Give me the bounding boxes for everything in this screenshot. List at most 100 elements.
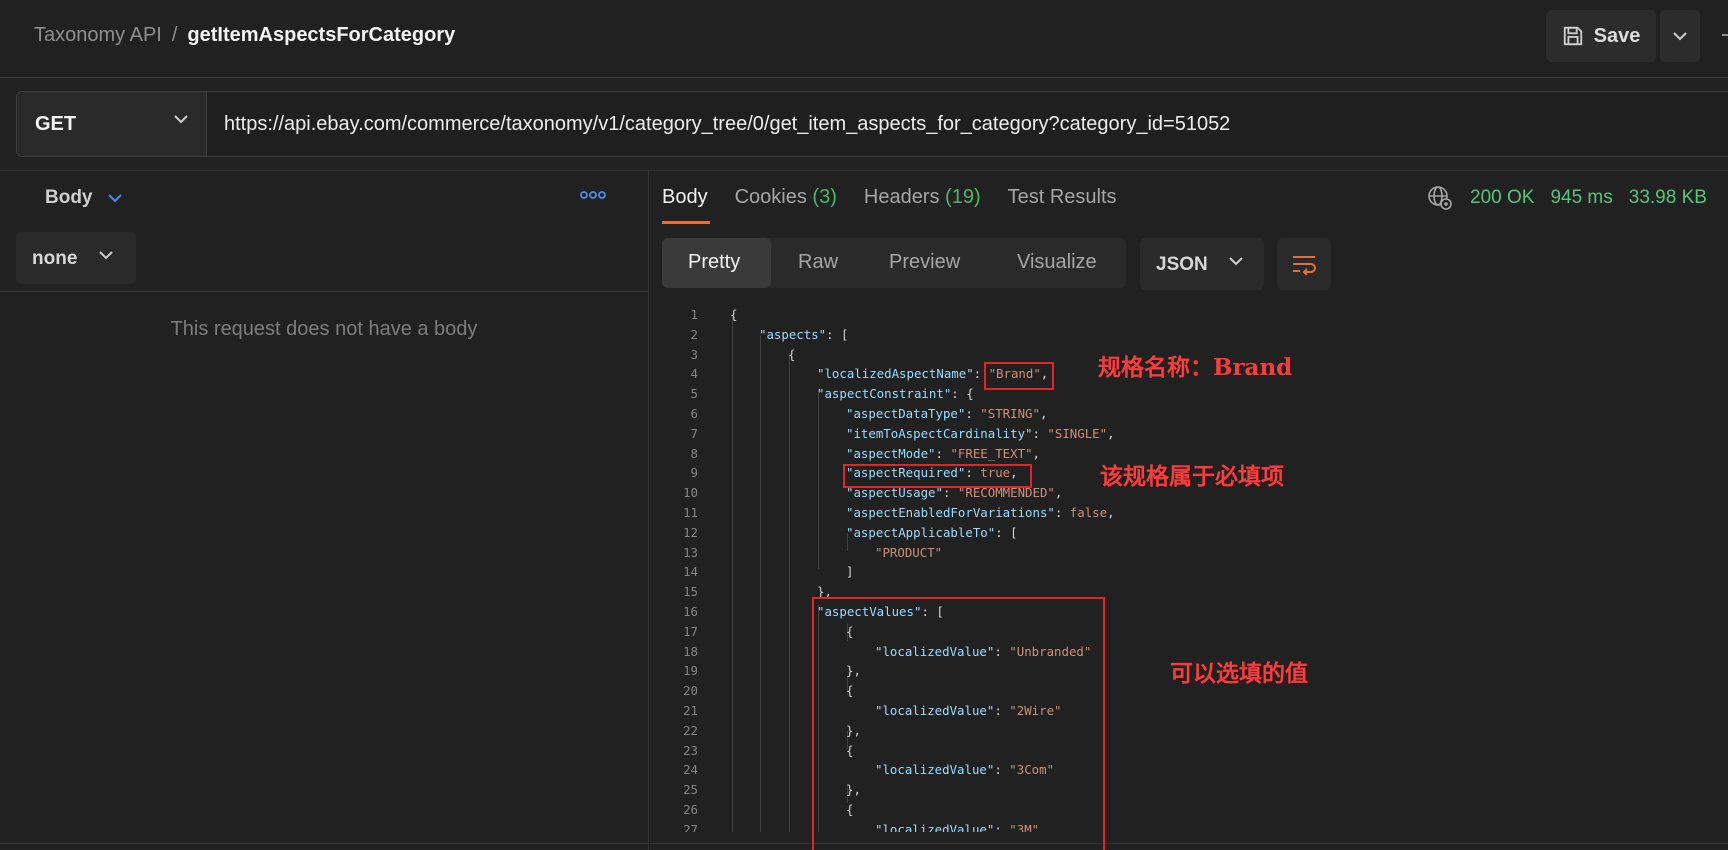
code-token: : [1032,425,1048,441]
indent-guide [760,335,761,832]
line-number: 9 [690,465,698,481]
more-options-icon[interactable] [580,190,606,200]
code-token: ] [846,564,854,580]
divider [0,170,1728,171]
json-string: "SINGLE" [1047,425,1108,441]
tab-headers-count: (19) [945,186,981,208]
annotation-box-brand [984,362,1054,390]
indent-guide [818,389,819,569]
json-key: "aspects" [759,326,827,342]
line-number: 5 [690,386,698,402]
format-label: JSON [1156,254,1208,275]
json-key: "aspectApplicableTo" [846,524,996,540]
line-number: 24 [683,762,698,778]
json-string: "FREE_TEXT" [950,445,1033,461]
line-number: 2 [690,326,698,342]
view-mode-pretty[interactable]: Pretty [662,238,771,288]
code-token: { [788,346,796,362]
json-key: "aspectDataType" [846,406,966,421]
line-number: 11 [683,505,698,520]
status-code[interactable]: 200 OK [1470,187,1534,209]
code-token: : [ [826,326,849,342]
response-size[interactable]: 33.98 KB [1629,187,1707,209]
chevron-down-icon [1229,257,1243,266]
url-input[interactable]: https://api.ebay.com/commerce/taxonomy/v… [224,113,1230,136]
line-number: 4 [690,366,698,382]
line-number: 16 [683,604,698,619]
breadcrumb: Taxonomy API / getItemAspectsForCategory [34,24,455,47]
line-number: 25 [683,782,698,798]
breadcrumb-separator: / [171,24,178,46]
chevron-down-icon [1673,32,1687,41]
code-token: : [965,406,981,421]
tab-test-results[interactable]: Test Results [1008,186,1117,209]
view-mode-selector: Pretty Raw Preview Visualize [662,238,1126,288]
method-select[interactable]: GET [17,92,207,156]
json-boolean: false [1069,505,1108,520]
line-number: 22 [683,722,698,738]
code-token: , [1032,445,1040,461]
request-name[interactable]: getItemAspectsForCategory [187,24,455,47]
wrap-lines-icon [1293,256,1316,275]
code-token: : { [951,386,974,402]
request-header: Taxonomy API / getItemAspectsForCategory… [0,0,1728,78]
json-key: "aspectConstraint" [817,386,952,402]
json-key: "aspectMode" [846,445,936,461]
wrap-lines-button[interactable] [1277,238,1331,290]
format-select[interactable]: JSON [1140,238,1264,290]
pane-resize-handle[interactable] [648,171,649,850]
request-body-label: Body [45,187,93,208]
tab-cookies-label: Cookies [734,186,807,208]
divider [0,291,648,292]
chevron-down-icon [99,251,113,260]
code-token: : [935,445,951,461]
save-options-dropdown[interactable] [1660,10,1700,62]
chevron-down-icon [107,194,122,203]
method-label: GET [35,113,77,135]
annotation-brand-note: 规格名称：Brand [1098,354,1293,381]
line-number: 19 [683,663,698,679]
save-label: Save [1593,24,1641,47]
body-type-select[interactable]: none [16,232,136,284]
code-token: , [1054,485,1063,501]
response-time[interactable]: 945 ms [1550,187,1612,209]
line-number: 20 [683,683,698,699]
active-tab-indicator [662,221,710,224]
save-icon [1563,26,1582,46]
line-number: 6 [690,406,698,421]
save-button[interactable]: Save [1546,10,1656,62]
view-mode-raw[interactable]: Raw [798,251,838,274]
line-number: 26 [683,802,698,817]
code-token: , [1039,406,1048,421]
tab-cookies-count: (3) [812,186,837,208]
overflow-edge [1722,34,1728,36]
view-mode-pretty-label: Pretty [688,251,741,273]
breadcrumb-collection[interactable]: Taxonomy API [34,24,162,47]
line-number: 17 [683,623,698,639]
code-token: , [1107,505,1115,520]
view-mode-preview[interactable]: Preview [889,251,960,274]
tab-body[interactable]: Body [662,186,708,209]
annotation-box-required [843,464,1032,488]
annotation-required-note: 该规格属于必填项 [1100,463,1284,490]
line-number: 23 [683,742,698,758]
code-token: , [1107,425,1115,441]
chevron-down-icon [174,115,188,124]
line-number: 15 [683,584,698,600]
view-mode-visualize[interactable]: Visualize [1017,251,1097,274]
empty-body-message: This request does not have a body [170,318,478,340]
tab-cookies[interactable]: Cookies (3) [735,186,837,209]
tab-headers-label: Headers [863,186,940,208]
json-string: "PRODUCT" [875,544,943,560]
request-body-tab[interactable]: Body [45,187,123,209]
json-key: "itemToAspectCardinality" [846,425,1033,441]
indent-guide [732,317,733,832]
globe-network-icon[interactable] [1426,184,1454,212]
code-token: { [730,307,738,322]
line-number: 14 [683,564,698,580]
line-number: 10 [683,485,698,501]
line-number: 1 [690,307,698,322]
line-number: 18 [683,643,698,659]
line-number: 3 [690,346,698,362]
tab-headers[interactable]: Headers (19) [864,186,981,209]
